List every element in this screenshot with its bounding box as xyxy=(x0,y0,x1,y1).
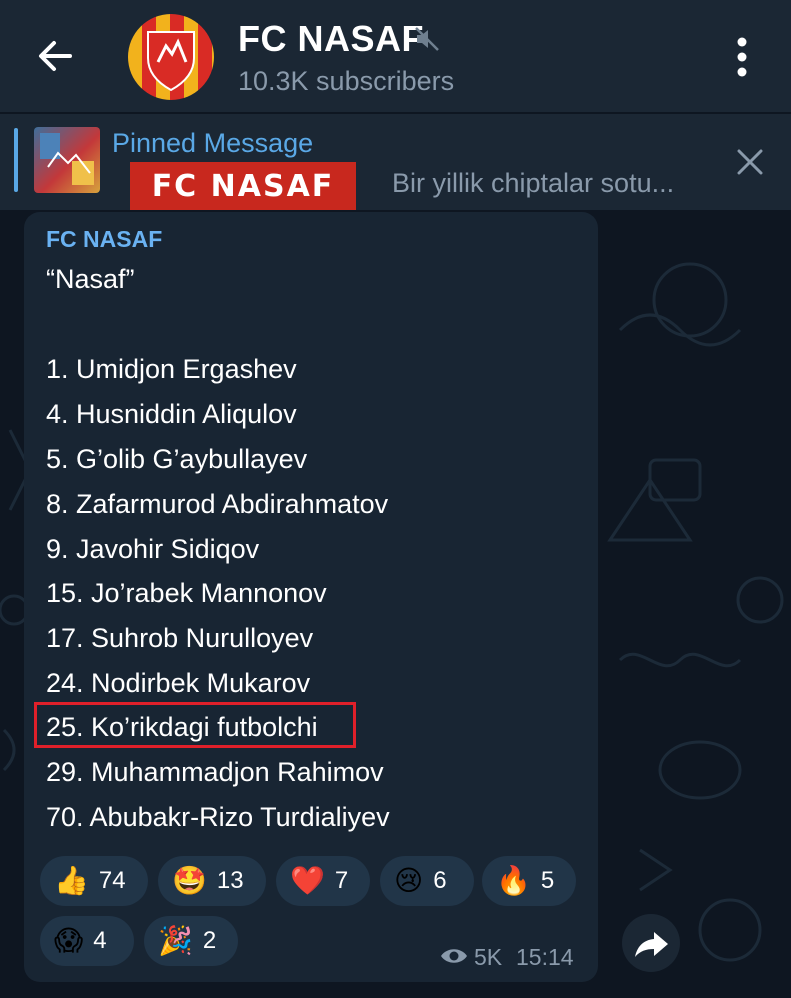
player-line: 4. Husniddin Aliqulov xyxy=(46,399,297,429)
party-popper-icon: 🎉 xyxy=(158,924,193,957)
close-icon[interactable] xyxy=(734,146,766,178)
reaction-count: 2 xyxy=(202,927,217,954)
club-crest-icon xyxy=(147,31,195,92)
channel-title: FC NASAF xyxy=(238,18,424,59)
reaction-thumbs-up[interactable]: 👍 74 xyxy=(40,856,148,906)
player-line-highlighted: 25. Ko’rikdagi futbolchi xyxy=(46,712,318,742)
crying-face-icon: 😢 xyxy=(394,864,424,897)
reaction-count: 7 xyxy=(334,867,349,894)
reaction-count: 5 xyxy=(540,867,555,894)
reaction-count: 4 xyxy=(93,927,107,954)
pinned-preview-text: Bir yillik chiptalar sotu... xyxy=(392,168,675,198)
pinned-indicator xyxy=(14,128,18,192)
player-line: 17. Suhrob Nurulloyev xyxy=(46,623,314,653)
reaction-count: 6 xyxy=(433,867,447,894)
thumbs-up-icon: 👍 xyxy=(54,864,89,897)
player-line: 70. Abubakr-Rizo Turdialiyev xyxy=(46,802,390,832)
chat-header: FC NASAF 10.3K subscribers xyxy=(0,0,791,112)
pinned-logo-text: FC NASAF xyxy=(151,168,335,204)
player-line: 1. Umidjon Ergashev xyxy=(46,354,297,384)
pinned-message-bar[interactable]: Pinned Message FC NASAF Bir yillik chipt… xyxy=(0,114,791,210)
telegram-channel-screen: FC NASAF 10.3K subscribers Pinned Messag… xyxy=(0,0,791,998)
pinned-thumbnail xyxy=(34,127,100,193)
share-arrow-icon xyxy=(635,932,668,957)
player-line: 15. Jo’rabek Mannonov xyxy=(46,578,327,608)
reaction-crying-face[interactable]: 😢 6 xyxy=(380,856,474,906)
reaction-count: 74 xyxy=(98,867,126,894)
star-struck-icon: 🤩 xyxy=(172,864,207,897)
player-line: 24. Nodirbek Mukarov xyxy=(46,668,311,698)
message-title: “Nasaf” xyxy=(46,264,135,294)
pinned-logo-banner: FC NASAF xyxy=(130,162,356,210)
player-line: 29. Muhammadjon Rahimov xyxy=(46,757,384,787)
message-time: 15:14 xyxy=(516,944,574,970)
heart-icon: ❤️ xyxy=(290,864,325,897)
view-count: 5K xyxy=(474,944,503,970)
reaction-star-struck[interactable]: 🤩 13 xyxy=(158,856,266,906)
reaction-count: 13 xyxy=(216,867,244,894)
channel-avatar[interactable] xyxy=(128,14,214,100)
pinned-title: Pinned Message xyxy=(112,128,314,158)
muted-speaker-icon xyxy=(415,27,439,51)
more-options-icon[interactable] xyxy=(722,34,762,80)
reaction-heart[interactable]: ❤️ 7 xyxy=(276,856,370,906)
player-line: 9. Javohir Sidiqov xyxy=(46,534,260,564)
reaction-fire[interactable]: 🔥 5 xyxy=(482,856,576,906)
share-button[interactable] xyxy=(622,914,680,972)
reaction-screaming-face[interactable]: 😱 4 xyxy=(40,916,134,966)
pinned-image-icon xyxy=(40,133,94,185)
player-line: 5. G’olib G’aybullayev xyxy=(46,444,308,474)
message-sender: FC NASAF xyxy=(46,226,163,252)
back-arrow-icon[interactable] xyxy=(30,30,82,82)
message-bubble[interactable]: FC NASAF “Nasaf” 1. Umidjon Ergashev 4. … xyxy=(24,212,598,982)
fire-icon: 🔥 xyxy=(496,864,531,897)
reaction-party-popper[interactable]: 🎉 2 xyxy=(144,916,238,966)
views-eye-icon xyxy=(441,949,467,963)
player-line: 8. Zafarmurod Abdirahmatov xyxy=(46,489,389,519)
subscriber-count: 10.3K subscribers xyxy=(238,66,455,96)
screaming-face-icon: 😱 xyxy=(54,924,84,957)
